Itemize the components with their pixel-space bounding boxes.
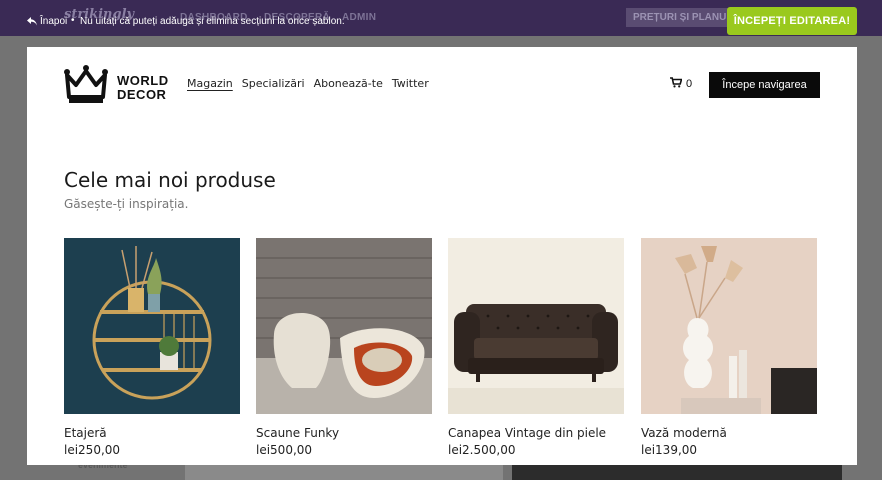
product-image-vase bbox=[641, 238, 817, 414]
product-card[interactable]: Scaune Funky lei500,00 bbox=[256, 238, 432, 457]
editor-notice: Nu uitați că puteți adăuga și elimina se… bbox=[80, 16, 345, 27]
product-card[interactable]: Vază modernă lei139,00 bbox=[641, 238, 817, 457]
start-browsing-button[interactable]: Începe navigarea bbox=[709, 72, 820, 98]
product-card[interactable]: Canapea Vintage din piele lei2.500,00 bbox=[448, 238, 624, 457]
product-card[interactable]: Etajeră lei250,00 bbox=[64, 238, 240, 457]
product-name: Etajeră bbox=[64, 426, 107, 440]
cart-count: 0 bbox=[686, 78, 693, 90]
nav-item-subscribe[interactable]: Abonează-te bbox=[314, 77, 383, 90]
nav-item-twitter[interactable]: Twitter bbox=[392, 77, 429, 90]
template-preview: WORLD DECOR Magazin Specializări Aboneaz… bbox=[27, 47, 857, 465]
product-name: Scaune Funky bbox=[256, 426, 340, 440]
site-nav: Magazin Specializări Abonează-te Twitter bbox=[187, 77, 429, 90]
back-link[interactable]: Înapoi bbox=[27, 16, 67, 27]
brand-line-1: WORLD bbox=[117, 72, 169, 88]
product-price: lei139,00 bbox=[641, 443, 698, 457]
product-name: Canapea Vintage din piele bbox=[448, 426, 607, 440]
back-label: Înapoi bbox=[40, 16, 68, 27]
crown-icon bbox=[63, 65, 109, 110]
nav-item-specializations[interactable]: Specializări bbox=[242, 77, 305, 90]
product-image-chairs bbox=[256, 238, 432, 414]
product-image-sofa bbox=[448, 238, 624, 414]
product-image-shelf bbox=[64, 238, 240, 414]
cart[interactable]: 0 bbox=[670, 77, 692, 91]
back-arrow-icon bbox=[27, 17, 37, 26]
bar-separator: • bbox=[71, 15, 75, 26]
product-price: lei2.500,00 bbox=[448, 443, 516, 457]
brand-logo[interactable]: WORLD DECOR bbox=[63, 65, 169, 110]
nav-item-shop[interactable]: Magazin bbox=[187, 77, 233, 90]
cart-icon bbox=[670, 77, 683, 91]
product-name: Vază modernă bbox=[641, 426, 727, 440]
brand-line-2: DECOR bbox=[117, 86, 167, 102]
section-subtitle: Găsește-ți inspirația. bbox=[64, 197, 189, 211]
section-title: Cele mai noi produse bbox=[64, 168, 276, 192]
product-price: lei500,00 bbox=[256, 443, 313, 457]
product-price: lei250,00 bbox=[64, 443, 121, 457]
editor-bar: Înapoi • Nu uitați că puteți adăuga și e… bbox=[0, 0, 882, 44]
brand-name: WORLD DECOR bbox=[117, 72, 169, 102]
start-editing-button[interactable]: ÎNCEPEȚI EDITAREA! bbox=[727, 7, 857, 35]
